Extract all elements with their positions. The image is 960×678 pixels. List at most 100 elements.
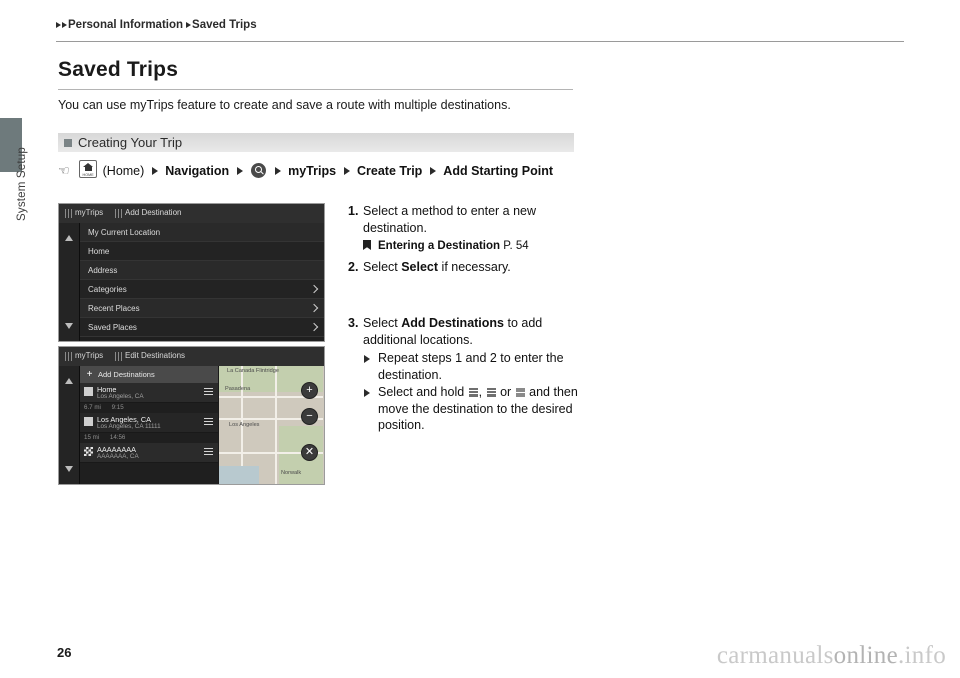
drag-handle-icon — [515, 388, 525, 397]
screenshot1-tab-mytrips: myTrips — [75, 208, 104, 217]
step-text: Select Add Destinations to add additiona… — [348, 315, 588, 348]
watermark-part-a: carmanuals — [716, 642, 834, 669]
screenshot-edit-destinations: myTrips Edit Destinations + Add Destinat… — [58, 346, 325, 485]
breadcrumb-arrow-icon — [62, 22, 67, 28]
map-preview: La Canada Flintridge Pasadena Los Angele… — [219, 366, 324, 484]
step-2-suffix: if necessary. — [438, 259, 511, 274]
list-item: Home — [80, 242, 324, 261]
destination-address: Los Angeles, CA — [97, 392, 144, 400]
map-label: La Canada Flintridge — [227, 368, 279, 374]
path-arrow-icon — [274, 167, 281, 175]
list-item-label: Home — [88, 247, 110, 256]
reference-bookmark-icon — [363, 240, 371, 250]
screenshot-add-destination: myTrips Add Destination My Current Locat… — [58, 203, 325, 342]
list-item: Address — [80, 261, 324, 280]
path-item-create-trip: Create Trip — [357, 164, 423, 178]
list-item-label: My Current Location — [88, 228, 161, 237]
destination-row: Los Angeles, CA Los Angeles, CA 11111 — [80, 413, 218, 433]
screenshot2-titlebar: myTrips Edit Destinations — [59, 347, 324, 367]
add-destinations-button: + Add Destinations — [80, 366, 218, 383]
watermark: carmanualsonline.info — [717, 642, 946, 670]
reference-title: Entering a Destination — [378, 240, 501, 252]
list-item-label: Saved Places — [88, 323, 137, 332]
list-item-label: Address — [88, 266, 118, 275]
step-2-button: Select — [401, 259, 439, 274]
step-2: 2. Select Select if necessary. — [348, 259, 588, 276]
step-3-substep-1: Repeat steps 1 and 2 to enter the destin… — [348, 350, 588, 383]
section-heading: Creating Your Trip — [78, 135, 183, 150]
chevron-right-icon — [309, 322, 319, 332]
reference-page: P. 54 — [503, 240, 529, 252]
map-close-button: ✕ — [301, 444, 318, 461]
page-number: 26 — [57, 645, 72, 660]
destination-distance: 6.7 mi — [84, 404, 101, 411]
watermark-part-b: online — [833, 642, 898, 669]
header-divider — [56, 41, 904, 42]
step-3-substep-2: Select and hold , or and then move the d… — [348, 384, 588, 434]
list-item-label: Categories — [88, 285, 127, 294]
breadcrumb: Personal Information Saved Trips — [56, 19, 260, 31]
home-icon: HOME — [79, 160, 98, 178]
chevron-right-icon — [309, 284, 319, 294]
drag-handle-icon — [204, 448, 213, 457]
path-arrow-icon — [151, 167, 158, 175]
instruction-steps: 1. Select a method to enter a new destin… — [348, 203, 588, 434]
drag-handle-icon — [468, 388, 478, 397]
chevron-right-icon — [309, 303, 319, 313]
grip-icon — [115, 352, 122, 361]
destination-address: AAAAAAA, CA — [97, 452, 139, 460]
add-destinations-label: Add Destinations — [98, 370, 155, 379]
path-arrow-icon — [429, 167, 436, 175]
path-arrow-icon — [343, 167, 350, 175]
hand-pointer-icon: ☞ — [58, 163, 70, 178]
step-3: 3. Select Add Destinations to add additi… — [348, 315, 588, 348]
destination-time: 14:56 — [109, 434, 126, 441]
screenshot1-tab-add-destination: Add Destination — [125, 208, 182, 217]
screenshot2-destination-list: + Add Destinations Home Los Angeles, CA … — [80, 366, 218, 484]
home-icon-label: HOME — [82, 173, 94, 177]
breadcrumb-arrow-icon — [186, 22, 192, 28]
breadcrumb-item-2: Saved Trips — [192, 19, 257, 31]
map-road — [275, 366, 277, 484]
home-text: (Home) — [102, 164, 145, 178]
step-1: 1. Select a method to enter a new destin… — [348, 203, 588, 236]
search-icon — [251, 163, 267, 178]
screenshot2-tab-edit-destinations: Edit Destinations — [125, 351, 186, 360]
screenshot1-list: My Current Location Home Address Categor… — [80, 223, 324, 341]
drag-handle-icon — [204, 388, 213, 397]
substep-arrow-icon — [364, 355, 370, 363]
plus-icon: + — [86, 369, 93, 380]
path-item-navigation: Navigation — [165, 164, 230, 178]
destination-row: Home Los Angeles, CA — [80, 383, 218, 403]
map-zoom-out-button: − — [301, 408, 318, 425]
scroll-down-icon — [65, 466, 73, 472]
page-title: Saved Trips — [58, 58, 179, 81]
step-1-reference: Entering a Destination P. 54 — [348, 238, 588, 255]
step-number: 3. — [348, 316, 359, 330]
list-item-label: Recent Places — [88, 304, 140, 313]
destination-address: Los Angeles, CA 11111 — [97, 422, 161, 430]
list-item: My Current Location — [80, 223, 324, 242]
destination-distance: 15 mi — [84, 434, 100, 441]
drag-handle-icon — [204, 418, 213, 427]
path-item-add-starting-point: Add Starting Point — [443, 164, 554, 178]
map-water — [219, 466, 259, 484]
substep-text: Select and hold , or and then move the d… — [378, 385, 578, 432]
substep-text: Repeat steps 1 and 2 to enter the destin… — [378, 351, 564, 382]
grip-icon — [115, 209, 122, 218]
destination-meta: 6.7 mi 9:15 — [80, 403, 218, 413]
destination-meta: 15 mi 14:56 — [80, 433, 218, 443]
map-zoom-in-button: + — [301, 382, 318, 399]
section-header-bar: Creating Your Trip — [58, 133, 574, 152]
grip-icon — [65, 352, 72, 361]
scroll-down-icon — [65, 323, 73, 329]
screenshot2-tab-mytrips: myTrips — [75, 351, 104, 360]
destination-row: AAAAAAAA AAAAAAA, CA — [80, 443, 218, 463]
path-item-mytrips: myTrips — [288, 164, 337, 178]
map-label: Pasadena — [225, 386, 251, 392]
map-label: Los Angeles — [229, 422, 260, 428]
destination-time: 9:15 — [111, 404, 124, 411]
step-number: 1. — [348, 204, 359, 218]
breadcrumb-item-1: Personal Information — [68, 19, 184, 31]
screenshot1-scroll-column — [59, 223, 80, 341]
